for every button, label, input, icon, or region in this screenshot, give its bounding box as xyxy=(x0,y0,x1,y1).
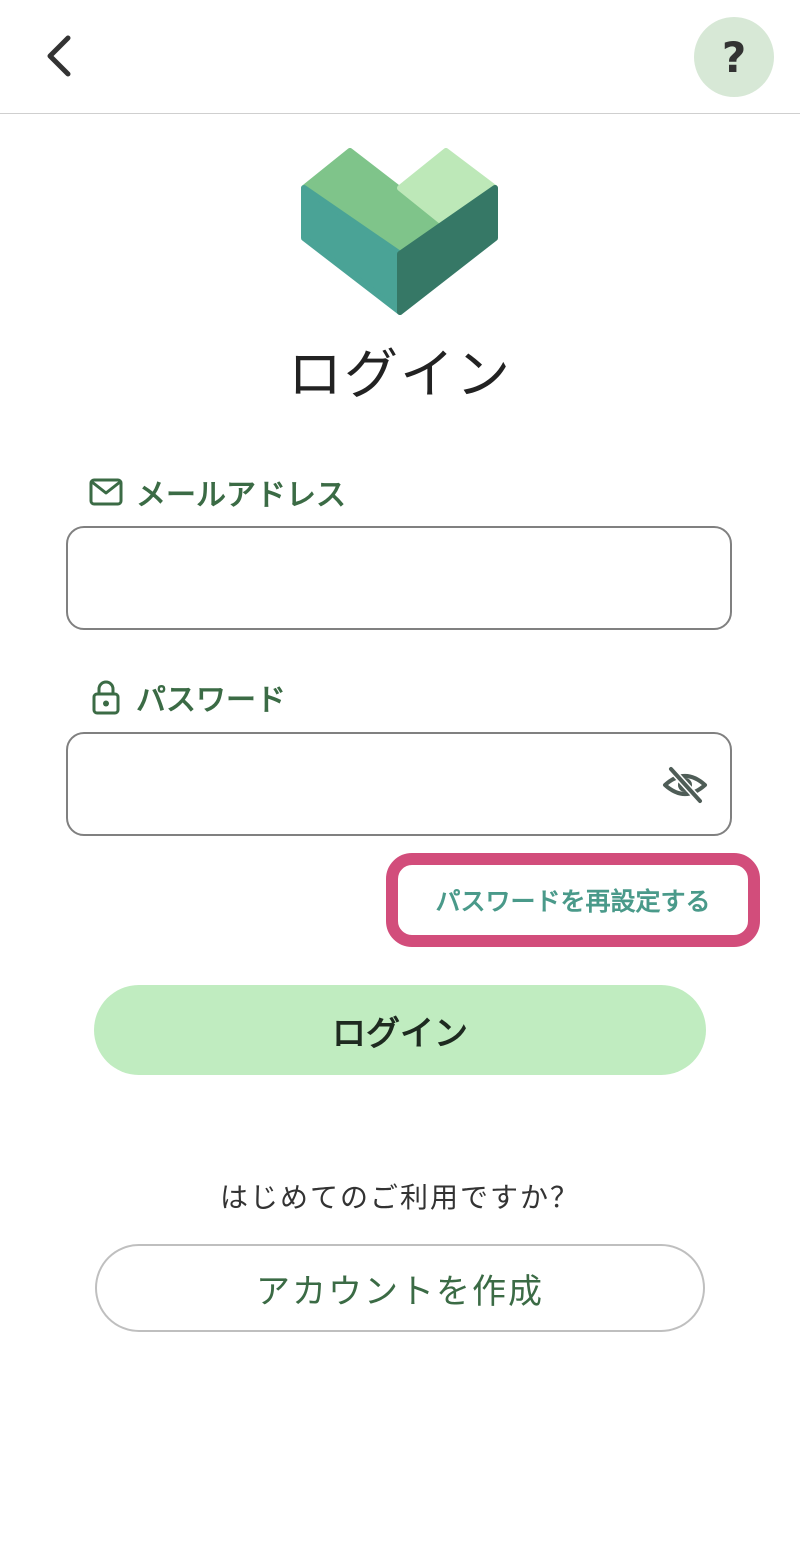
email-field[interactable] xyxy=(88,528,652,630)
password-label: パスワード xyxy=(88,677,286,718)
email-field-box xyxy=(66,526,732,630)
app-header: ? xyxy=(0,0,800,114)
first-time-prompt: はじめてのご利用ですか？ xyxy=(219,1181,580,1214)
password-field[interactable] xyxy=(88,734,652,836)
password-label-text: パスワード xyxy=(136,683,286,718)
create-account-button[interactable]: アカウントを作成 xyxy=(95,1244,705,1332)
heart-cube-logo xyxy=(301,148,498,315)
lock-icon xyxy=(88,679,124,715)
mail-icon xyxy=(88,474,124,510)
eye-off-icon xyxy=(663,765,707,805)
page-title: ログイン xyxy=(288,343,512,406)
email-label-text: メールアドレス xyxy=(136,478,346,513)
reset-password-link[interactable]: パスワードを再設定する xyxy=(435,882,710,918)
password-field-box xyxy=(66,732,732,836)
login-button[interactable]: ログイン xyxy=(94,985,706,1075)
email-label: メールアドレス xyxy=(88,472,346,513)
help-button[interactable]: ? xyxy=(694,17,774,97)
toggle-password-visibility-button[interactable] xyxy=(660,762,710,808)
chevron-left-icon xyxy=(47,35,71,77)
reset-link-highlight: パスワードを再設定する xyxy=(386,853,760,947)
back-button[interactable] xyxy=(28,26,88,86)
help-label: ? xyxy=(721,32,747,82)
